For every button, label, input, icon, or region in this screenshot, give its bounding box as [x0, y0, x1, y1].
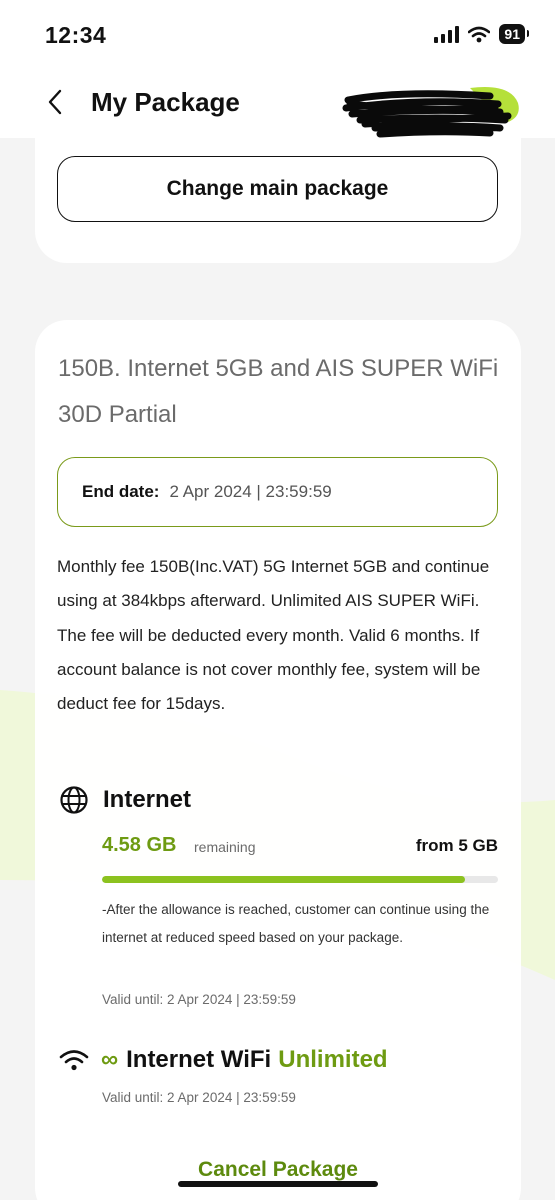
battery-icon: 91 — [499, 24, 529, 44]
redaction-scribble — [342, 87, 519, 138]
status-icons: 91 — [434, 24, 529, 44]
package-title: 150B. Internet 5GB and AIS SUPER WiFi 30… — [58, 355, 499, 428]
package-description: Monthly fee 150B(Inc.VAT) 5G Internet 5G… — [57, 557, 490, 714]
internet-usage-row: 4.58 GB remaining from 5 GB — [102, 832, 498, 860]
internet-progress-fill — [102, 876, 465, 883]
globe-icon — [60, 786, 88, 814]
end-date-label: End date: — [82, 482, 160, 501]
wifi-title: Internet WiFi — [126, 1046, 272, 1073]
internet-progress-bar — [102, 876, 498, 883]
home-indicator — [178, 1181, 378, 1187]
wifi-icon — [59, 1050, 89, 1071]
infinity-icon: ∞ — [101, 1046, 119, 1073]
page-title: My Package — [91, 87, 240, 117]
internet-section-header: Internet — [59, 785, 191, 815]
wifi-unlimited-label: Unlimited — [278, 1046, 388, 1073]
internet-title: Internet — [103, 786, 192, 813]
cancel-package-button[interactable]: Cancel Package — [35, 1158, 521, 1182]
remaining-value: 4.58 GB — [102, 834, 177, 856]
status-time: 12:34 — [45, 22, 107, 48]
wifi-section-header: ∞ Internet WiFi Unlimited — [59, 1046, 388, 1074]
end-date-box: End date: 2 Apr 2024 | 23:59:59 — [57, 457, 498, 527]
end-date-value: 2 Apr 2024 | 23:59:59 — [169, 482, 332, 501]
main-package-card: Change main package — [35, 128, 521, 263]
remaining-label: remaining — [194, 839, 256, 855]
cellular-signal-icon — [434, 25, 460, 43]
internet-valid-until: Valid until: 2 Apr 2024 | 23:59:59 — [102, 992, 296, 1007]
total-allowance: from 5 GB — [415, 836, 498, 855]
change-main-package-button[interactable]: Change main package — [57, 156, 498, 222]
back-button[interactable] — [40, 84, 70, 120]
wifi-valid-until: Valid until: 2 Apr 2024 | 23:59:59 — [102, 1090, 296, 1105]
chevron-left-icon — [48, 89, 62, 115]
status-bar: 12:34 91 — [0, 0, 555, 68]
internet-note: -After the allowance is reached, custome… — [102, 902, 490, 945]
header: My Package — [0, 68, 555, 138]
package-details-card: 150B. Internet 5GB and AIS SUPER WiFi 30… — [35, 320, 521, 1200]
wifi-status-icon — [468, 26, 491, 42]
